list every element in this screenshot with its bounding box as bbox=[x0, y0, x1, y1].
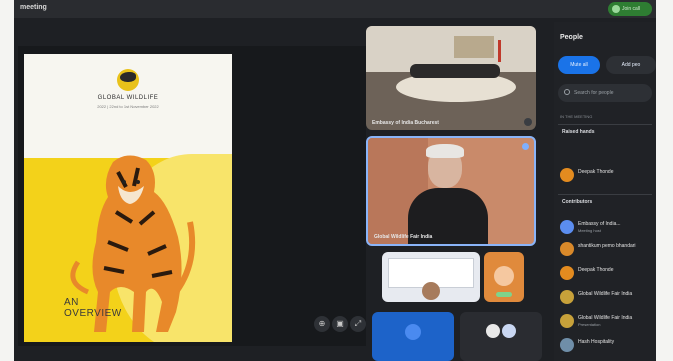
list-item[interactable]: shantikum pemo bhandari bbox=[560, 240, 652, 258]
person-name: Global Wildlife Fair India bbox=[578, 291, 633, 297]
cover-subtitle: 2022 | 22nd to 1st November 2022 bbox=[97, 104, 159, 109]
section-in-call: IN THE MEETING bbox=[560, 114, 593, 119]
group-contributors[interactable]: Contributors bbox=[558, 194, 652, 208]
group-raised-hands[interactable]: Raised hands bbox=[558, 124, 652, 138]
top-bar: meeting Join call bbox=[14, 0, 656, 18]
tile-global-wildlife[interactable]: Global Wildlife Fair India bbox=[366, 136, 536, 246]
speaking-indicator-icon bbox=[522, 143, 529, 150]
avatar bbox=[560, 290, 574, 304]
mute-all-label: Mute all bbox=[570, 62, 588, 68]
avatar bbox=[560, 338, 574, 352]
person-name: Deepak Thonde bbox=[578, 267, 614, 273]
zoom-in-button[interactable]: ⊕ bbox=[314, 316, 330, 332]
join-call-label: Join call bbox=[622, 6, 641, 12]
panel-title: People bbox=[560, 34, 583, 41]
person-name: shantikum pemo bhandari bbox=[578, 243, 636, 249]
list-item[interactable]: Global Wildlife Fair India Presentation bbox=[560, 312, 652, 330]
presentation-stage: GLOBAL WILDLIFE 2022 | 22nd to 1st Novem… bbox=[18, 46, 366, 346]
avatar bbox=[560, 220, 574, 234]
avatar bbox=[494, 266, 514, 286]
avatar bbox=[502, 324, 516, 338]
add-people-label: Add peo bbox=[621, 62, 641, 68]
presentation-cover: GLOBAL WILDLIFE 2022 | 22nd to 1st Novem… bbox=[24, 54, 232, 342]
fit-screen-button[interactable]: ▣ bbox=[332, 316, 348, 332]
cover-brand: GLOBAL WILDLIFE bbox=[97, 95, 159, 101]
person-name: Hash Hospitality bbox=[578, 339, 615, 345]
preview-person bbox=[422, 282, 440, 300]
raised-person-name: Deepak Thonde bbox=[578, 169, 614, 175]
cover-overview: AN OVERVIEW bbox=[64, 297, 122, 319]
search-icon bbox=[564, 89, 570, 95]
mute-all-button[interactable]: Mute all bbox=[558, 56, 600, 74]
list-item[interactable]: Deepak Thonde bbox=[560, 264, 652, 282]
person-role: Presentation bbox=[578, 322, 601, 327]
list-item[interactable]: Global Wildlife Fair India bbox=[560, 288, 652, 306]
overview-line-2: OVERVIEW bbox=[64, 308, 122, 319]
avatar bbox=[405, 324, 421, 340]
mic-icon bbox=[524, 118, 532, 126]
person-name: Embassy of India... bbox=[578, 221, 621, 227]
meeting-title: meeting bbox=[20, 4, 47, 11]
tile-others[interactable] bbox=[460, 312, 542, 361]
seated-people bbox=[410, 64, 500, 78]
tile-you[interactable] bbox=[372, 312, 454, 361]
avatar bbox=[560, 242, 574, 256]
audio-level-icon bbox=[496, 292, 512, 297]
tile-embassy-name: Embassy of India Bucharest bbox=[372, 120, 439, 126]
call-icon bbox=[612, 5, 620, 13]
add-people-button[interactable]: Add peo bbox=[606, 56, 656, 74]
list-item[interactable]: Hash Hospitality bbox=[560, 336, 652, 354]
tile-embassy[interactable]: Embassy of India Bucharest bbox=[366, 26, 536, 130]
person-role: Meeting host bbox=[578, 228, 601, 233]
tile-deepak[interactable] bbox=[484, 252, 524, 302]
overview-line-1: AN bbox=[64, 297, 79, 308]
person-name: Global Wildlife Fair India bbox=[578, 315, 633, 321]
meeting-screen: meeting Join call GLOBAL WILDLIFE 2022 |… bbox=[14, 0, 656, 361]
bird-logo-icon bbox=[120, 72, 136, 82]
fullscreen-button[interactable]: ⤢ bbox=[350, 316, 366, 332]
list-item[interactable]: Embassy of India... Meeting host bbox=[560, 218, 652, 236]
tile-screen-preview[interactable] bbox=[382, 252, 480, 302]
raised-hand-person[interactable]: Deepak Thonde bbox=[560, 166, 652, 184]
search-people-input[interactable]: Search for people bbox=[558, 84, 652, 102]
avatar bbox=[560, 266, 574, 280]
avatar bbox=[560, 314, 574, 328]
speaker-hair bbox=[426, 144, 464, 158]
people-panel: People Mute all Add peo Search for peopl… bbox=[554, 22, 656, 361]
avatar bbox=[486, 324, 500, 338]
avatar bbox=[560, 168, 574, 182]
room-window bbox=[454, 36, 494, 58]
join-call-button[interactable]: Join call bbox=[608, 2, 652, 16]
flag-icon bbox=[498, 40, 501, 62]
tile-global-name: Global Wildlife Fair India bbox=[374, 234, 433, 240]
search-placeholder: Search for people bbox=[574, 90, 614, 96]
